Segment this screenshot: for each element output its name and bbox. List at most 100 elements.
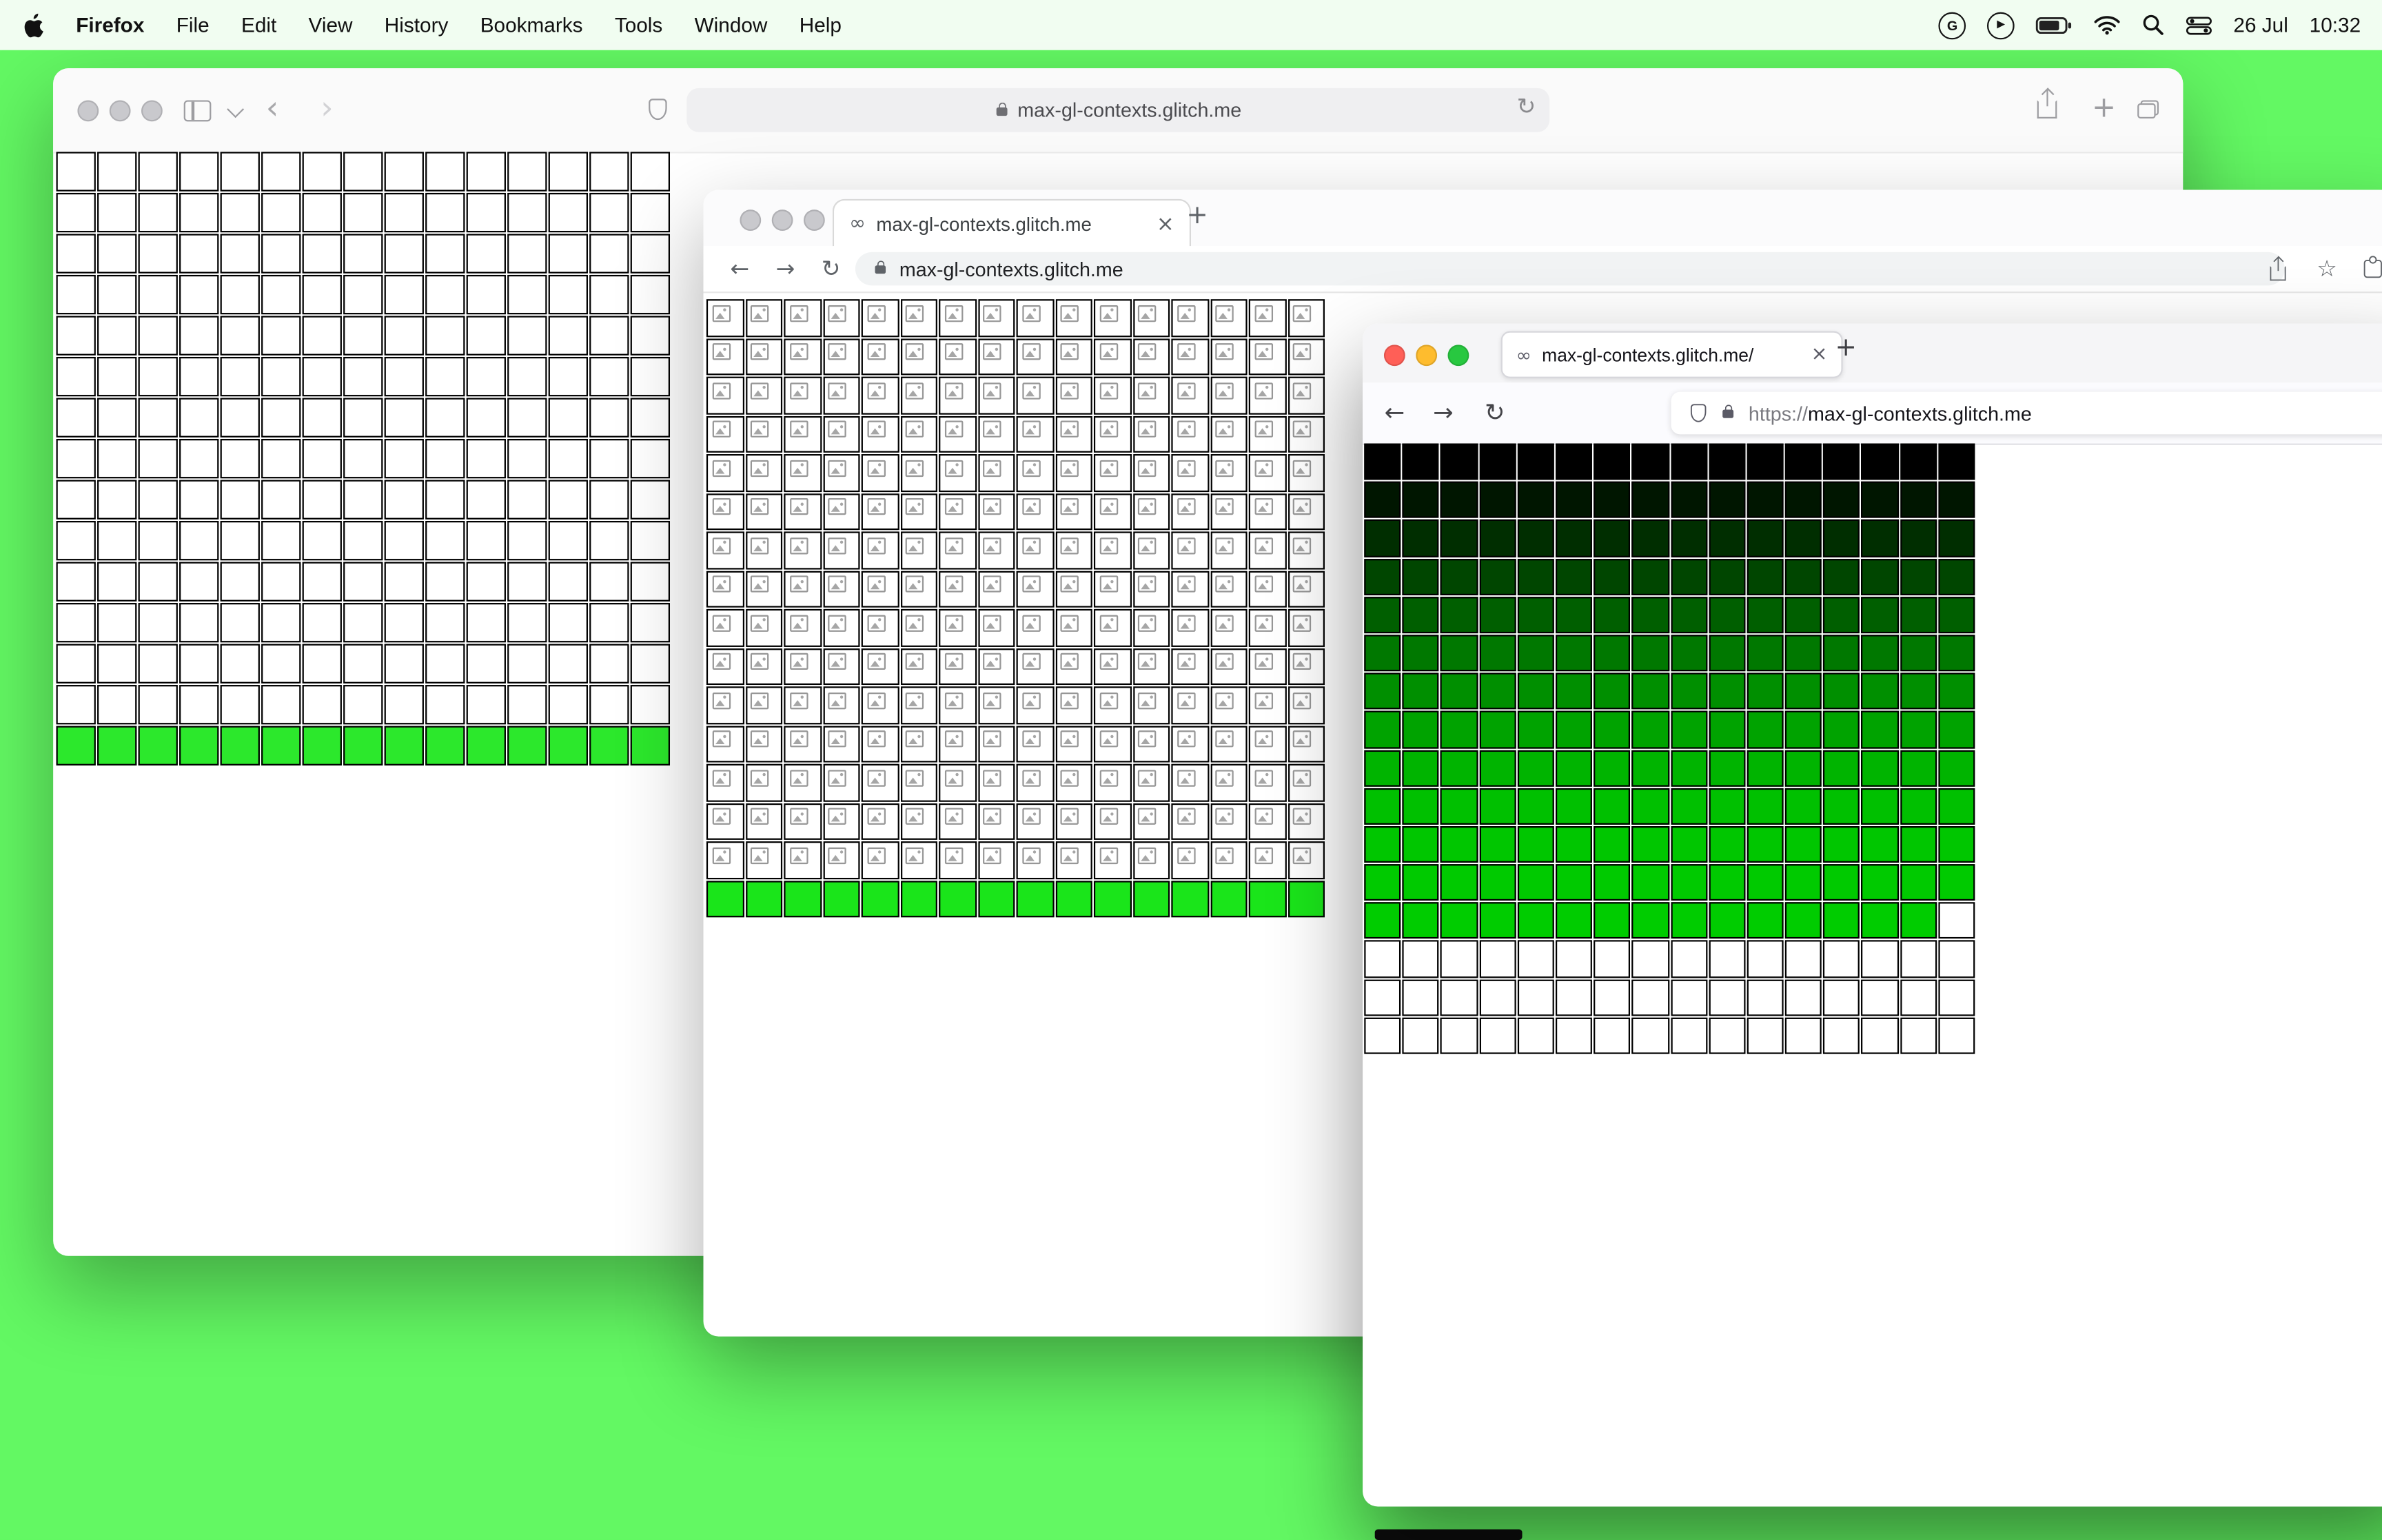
grid-cell [630, 480, 671, 520]
grid-cell [302, 234, 342, 274]
menu-item-view[interactable]: View [309, 14, 353, 37]
address-bar[interactable]: max-gl-contexts.glitch.me ↻ [686, 88, 1550, 132]
grid-cell [706, 454, 744, 492]
grid-cell [261, 438, 301, 479]
privacy-shield-icon[interactable] [649, 99, 667, 121]
close-window-button[interactable] [77, 100, 99, 122]
minimize-window-button[interactable] [109, 100, 131, 122]
grid-cell [1861, 711, 1899, 748]
omnibox[interactable]: max-gl-contexts.glitch.me [855, 251, 2285, 286]
close-tab-icon[interactable]: × [1157, 214, 1174, 235]
grid-cell [1784, 711, 1822, 748]
minimize-window-button[interactable] [1416, 345, 1438, 367]
grid-cell [589, 398, 629, 438]
forward-button[interactable]: → [1427, 382, 1460, 443]
new-tab-button[interactable]: + [1835, 335, 1857, 361]
menu-item-tools[interactable]: Tools [615, 14, 662, 37]
firefox-tab[interactable]: ∞ max-gl-contexts.glitch.me/ × [1500, 331, 1843, 378]
zoom-window-button[interactable] [141, 100, 163, 122]
chevron-down-icon[interactable] [227, 101, 245, 119]
g-logo-icon[interactable]: G [1938, 11, 1966, 39]
broken-image-icon [1177, 846, 1195, 864]
grid-cell [1055, 686, 1092, 724]
tab-overview-icon[interactable] [2137, 100, 2159, 119]
grid-cell [138, 603, 178, 643]
grid-cell [1248, 531, 1286, 569]
close-window-button[interactable] [1383, 345, 1405, 367]
grid-cell [548, 521, 588, 561]
zoom-window-button[interactable] [803, 209, 825, 232]
grid-cell [1594, 864, 1631, 901]
grid-cell [1093, 686, 1131, 724]
close-tab-icon[interactable]: × [1811, 345, 1827, 365]
grid-cell [425, 438, 465, 479]
menu-item-bookmarks[interactable]: Bookmarks [480, 14, 583, 37]
grid-cell [706, 841, 744, 879]
back-button[interactable]: ‹ [266, 92, 279, 124]
canvas-grid-safari [56, 152, 671, 766]
control-center-icon[interactable] [2186, 16, 2212, 34]
menubar-date[interactable]: 26 Jul [2233, 14, 2288, 37]
grid-cell [1210, 454, 1248, 492]
tracking-protection-shield-icon[interactable] [1690, 404, 1707, 422]
grid-cell [1938, 825, 1975, 863]
menu-item-help[interactable]: Help [800, 14, 842, 37]
spotlight-search-icon[interactable] [2142, 14, 2165, 37]
menubar-clock[interactable]: 10:32 [2310, 14, 2361, 37]
bookmark-star-icon[interactable]: ☆ [2317, 252, 2337, 285]
broken-image-icon [1137, 653, 1157, 670]
reload-icon[interactable]: ↻ [1517, 95, 1536, 119]
minimize-window-button[interactable] [771, 209, 793, 232]
broken-image-icon [750, 575, 769, 593]
chrome-tab[interactable]: ∞ max-gl-contexts.glitch.me × [832, 198, 1192, 248]
grid-cell [1938, 520, 1975, 557]
menu-item-edit[interactable]: Edit [241, 14, 276, 37]
grid-cell [1631, 941, 1669, 978]
grid-cell [1016, 725, 1054, 763]
safari-traffic-lights [77, 100, 163, 122]
grid-cell [1747, 520, 1784, 557]
zoom-window-button[interactable] [1447, 345, 1469, 367]
grid-cell [1938, 941, 1975, 978]
close-window-button[interactable] [740, 209, 762, 232]
sidebar-toggle-icon[interactable] [183, 100, 212, 122]
grid-cell [1478, 443, 1516, 480]
broken-image-icon [1254, 537, 1272, 554]
grid-cell [1093, 648, 1131, 686]
menu-item-window[interactable]: Window [695, 14, 768, 37]
grid-cell [138, 685, 178, 725]
grid-cell [784, 531, 822, 569]
apple-menu-icon[interactable] [21, 12, 44, 39]
grid-cell [302, 685, 342, 725]
broken-image-icon [1215, 769, 1234, 786]
new-tab-button[interactable]: + [1186, 203, 1208, 229]
forward-button[interactable]: → [770, 246, 800, 291]
share-icon[interactable] [2037, 100, 2057, 119]
extensions-icon[interactable] [2362, 252, 2382, 285]
grid-cell [706, 570, 744, 608]
menubar-app-name[interactable]: Firefox [76, 14, 144, 37]
broken-image-icon [1177, 614, 1195, 631]
grid-cell [1478, 941, 1516, 978]
share-icon[interactable] [2268, 252, 2288, 285]
play-status-icon[interactable]: ▶ [1987, 11, 2015, 39]
new-tab-button[interactable]: + [2092, 94, 2116, 123]
back-button[interactable]: ← [1378, 382, 1411, 443]
reload-button[interactable]: ↻ [1478, 382, 1511, 443]
menu-item-file[interactable]: File [176, 14, 210, 37]
grid-cell [261, 726, 301, 766]
forward-button[interactable]: › [320, 92, 334, 124]
grid-cell [1441, 864, 1478, 901]
battery-icon[interactable] [2036, 16, 2073, 34]
menu-item-history[interactable]: History [385, 14, 449, 37]
grid-cell [745, 802, 783, 840]
reload-button[interactable]: ↻ [816, 246, 846, 291]
grid-cell [1670, 520, 1707, 557]
back-button[interactable]: ← [724, 246, 755, 291]
grid-cell [1670, 864, 1707, 901]
grid-cell [1132, 299, 1170, 337]
grid-cell [56, 152, 96, 192]
wifi-icon[interactable] [2094, 15, 2121, 35]
grid-cell [1093, 531, 1131, 569]
url-bar[interactable]: https://max-gl-contexts.glitch.me [1671, 391, 2382, 435]
